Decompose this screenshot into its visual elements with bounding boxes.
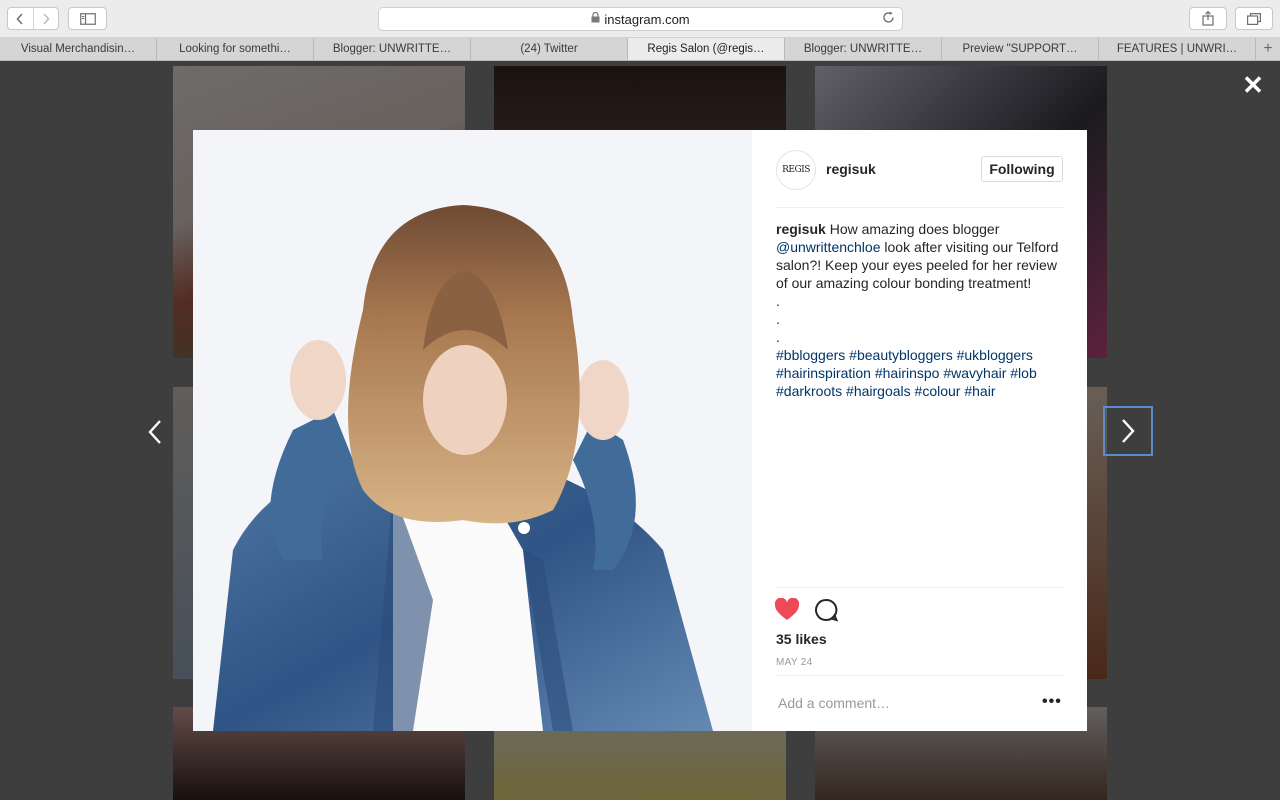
post-actions	[774, 597, 839, 627]
new-tab-button[interactable]: +	[1256, 38, 1280, 60]
hashtag-link[interactable]: #beautybloggers	[849, 347, 953, 363]
sidebar-toggle-button[interactable]	[68, 7, 107, 30]
more-options-icon[interactable]: •••	[1042, 693, 1062, 711]
next-post-button[interactable]	[1103, 406, 1153, 456]
hashtag-link[interactable]: #hairinspiration	[776, 365, 871, 381]
post-image	[193, 130, 752, 731]
likes-count[interactable]: 35 likes	[776, 631, 827, 647]
hashtag-link[interactable]: #ukbloggers	[957, 347, 1033, 363]
browser-tab[interactable]: FEATURES | UNWRI…	[1099, 38, 1256, 60]
caption-text-before: How amazing does blogger	[829, 221, 1000, 237]
hashtag-link[interactable]: #hairinspo	[875, 365, 940, 381]
post-caption: regisuk How amazing does blogger @unwrit…	[776, 220, 1066, 400]
browser-tab[interactable]: Blogger: UNWRITTE…	[314, 38, 471, 60]
share-button[interactable]	[1189, 7, 1227, 30]
hashtag-link[interactable]: #colour	[915, 383, 961, 399]
post-author-username[interactable]: regisuk	[826, 161, 876, 177]
browser-tab[interactable]: Preview "SUPPORT…	[942, 38, 1099, 60]
add-comment-input[interactable]: Add a comment…	[778, 695, 890, 711]
hashtag-link[interactable]: #hair	[964, 383, 995, 399]
browser-tab-active[interactable]: Regis Salon (@regis…	[628, 38, 785, 60]
hashtag-link[interactable]: #darkroots	[776, 383, 842, 399]
browser-tab[interactable]: Blogger: UNWRITTE…	[785, 38, 942, 60]
browser-toolbar: instagram.com	[0, 0, 1280, 38]
chevron-left-icon	[16, 12, 24, 25]
back-button[interactable]	[8, 8, 33, 29]
chevron-right-icon	[43, 12, 50, 25]
caption-username[interactable]: regisuk	[776, 221, 826, 237]
show-tabs-button[interactable]	[1235, 7, 1273, 30]
reload-icon[interactable]	[882, 11, 895, 27]
caption-dot: .	[776, 329, 780, 345]
comment-icon	[815, 598, 839, 622]
browser-tab[interactable]: Visual Merchandisin…	[0, 38, 157, 60]
tabs-overview-icon	[1247, 12, 1261, 25]
post-modal: REGIS regisuk Following regisuk How amaz…	[193, 130, 1087, 731]
avatar[interactable]: REGIS	[776, 150, 816, 190]
share-icon	[1202, 11, 1214, 26]
actions-divider	[776, 587, 1063, 588]
hashtag-link[interactable]: #bbloggers	[776, 347, 845, 363]
caption-dot: .	[776, 311, 780, 327]
lock-icon	[591, 11, 600, 26]
hashtag-link[interactable]: #lob	[1010, 365, 1036, 381]
hashtag-link[interactable]: #wavyhair	[943, 365, 1006, 381]
chevron-left-icon	[148, 420, 161, 444]
like-button[interactable]	[774, 597, 800, 627]
post-date: MAY 24	[776, 657, 813, 668]
nav-button-group	[7, 7, 59, 30]
previous-post-button[interactable]	[140, 412, 170, 452]
chevron-right-icon	[1122, 419, 1135, 443]
browser-tab[interactable]: Looking for somethi…	[157, 38, 314, 60]
post-details-panel: REGIS regisuk Following regisuk How amaz…	[752, 130, 1087, 731]
close-icon[interactable]: ✕	[1240, 72, 1266, 98]
caption-mention-link[interactable]: @unwrittenchloe	[776, 239, 881, 255]
sidebar-icon	[79, 12, 96, 25]
post-photo	[193, 130, 752, 731]
address-bar[interactable]: instagram.com	[378, 7, 903, 31]
url-text: instagram.com	[604, 11, 690, 27]
comment-divider	[776, 675, 1063, 676]
forward-button[interactable]	[32, 8, 58, 29]
comment-button[interactable]	[814, 598, 839, 627]
browser-tab[interactable]: (24) Twitter	[471, 38, 628, 60]
hashtag-link[interactable]: #hairgoals	[846, 383, 911, 399]
following-button[interactable]: Following	[981, 156, 1063, 182]
header-divider	[776, 207, 1063, 208]
caption-dot: .	[776, 293, 780, 309]
tab-bar: Visual Merchandisin… Looking for somethi…	[0, 38, 1280, 61]
heart-icon	[774, 597, 800, 620]
